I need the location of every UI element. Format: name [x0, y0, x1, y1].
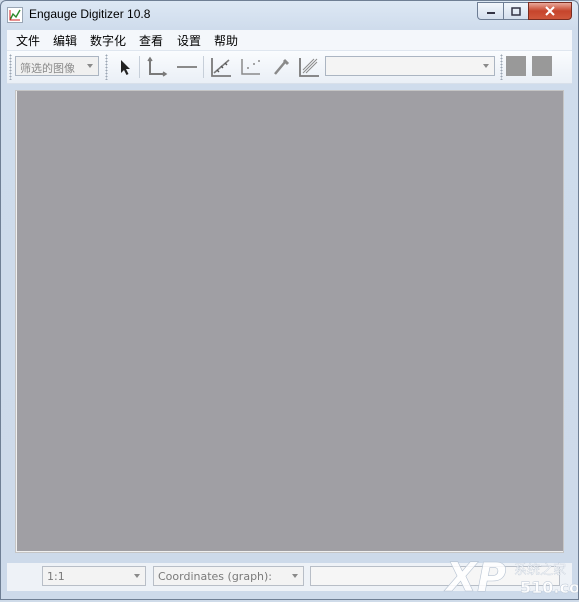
- menu-view[interactable]: 查看: [137, 32, 165, 49]
- toolbar-grip[interactable]: [9, 54, 12, 80]
- app-window: Engauge Digitizer 10.8 文件 编辑 数字化 查看 设置 帮…: [0, 0, 579, 600]
- coordinates-mode-value: Coordinates (graph):: [158, 570, 273, 583]
- watermark-logo: XP 系统之家 510.com: [440, 553, 579, 602]
- toolbar: 筛选的图像: [7, 51, 572, 84]
- zoom-select[interactable]: 1:1: [42, 566, 146, 586]
- select-arrow-icon: [121, 60, 130, 75]
- color-picker-icon: [274, 58, 290, 75]
- svg-text:XP: XP: [443, 555, 506, 599]
- toolbar-grip[interactable]: [500, 54, 503, 80]
- maximize-button[interactable]: [503, 2, 529, 20]
- chevron-down-icon: [292, 574, 298, 578]
- point-match-tool-button[interactable]: [239, 56, 263, 78]
- close-icon: [545, 6, 555, 16]
- curve-point-icon: [211, 58, 231, 77]
- app-logo-icon: [7, 7, 23, 23]
- chevron-down-icon: [87, 64, 93, 68]
- svg-text:510.com: 510.com: [520, 578, 578, 597]
- menu-file[interactable]: 文件: [14, 32, 42, 49]
- maximize-icon: [511, 6, 521, 16]
- menu-edit[interactable]: 编辑: [51, 32, 79, 49]
- segment-fill-tool-button[interactable]: [297, 56, 321, 78]
- segment-fill-icon: [299, 58, 319, 77]
- zoom-value: 1:1: [47, 570, 65, 583]
- svg-text:系统之家: 系统之家: [514, 562, 566, 578]
- scale-bar-tool-button[interactable]: [175, 56, 199, 78]
- toolbar-grip[interactable]: [105, 54, 108, 80]
- image-filter-select[interactable]: 筛选的图像: [15, 56, 99, 76]
- gray-square-button[interactable]: [506, 56, 526, 76]
- scale-bar-icon: [177, 66, 197, 68]
- menu-digitize[interactable]: 数字化: [88, 32, 128, 49]
- chevron-down-icon: [134, 574, 140, 578]
- minimize-icon: [486, 12, 495, 14]
- toolbar-separator: [139, 56, 140, 78]
- menu-settings[interactable]: 设置: [175, 32, 203, 49]
- close-button[interactable]: [528, 2, 572, 20]
- image-filter-value: 筛选的图像: [20, 62, 75, 75]
- select-tool-button[interactable]: [113, 56, 137, 78]
- axis-point-icon: [147, 56, 168, 77]
- curve-select[interactable]: [325, 56, 495, 76]
- menu-bar: 文件 编辑 数字化 查看 设置 帮助: [7, 30, 572, 51]
- toolbar-separator: [203, 56, 204, 78]
- curve-point-tool-button[interactable]: [209, 56, 233, 78]
- title-bar[interactable]: Engauge Digitizer 10.8: [1, 1, 578, 29]
- image-canvas[interactable]: [17, 91, 563, 551]
- minimize-button[interactable]: [477, 2, 504, 20]
- chevron-down-icon: [483, 64, 489, 68]
- color-picker-tool-button[interactable]: [269, 56, 293, 78]
- menu-help[interactable]: 帮助: [212, 32, 240, 49]
- coordinates-mode-select[interactable]: Coordinates (graph):: [153, 566, 304, 586]
- window-title: Engauge Digitizer 10.8: [29, 7, 151, 21]
- axis-point-tool-button[interactable]: [145, 56, 169, 78]
- point-match-icon: [241, 59, 260, 75]
- gray-square-button[interactable]: [532, 56, 552, 76]
